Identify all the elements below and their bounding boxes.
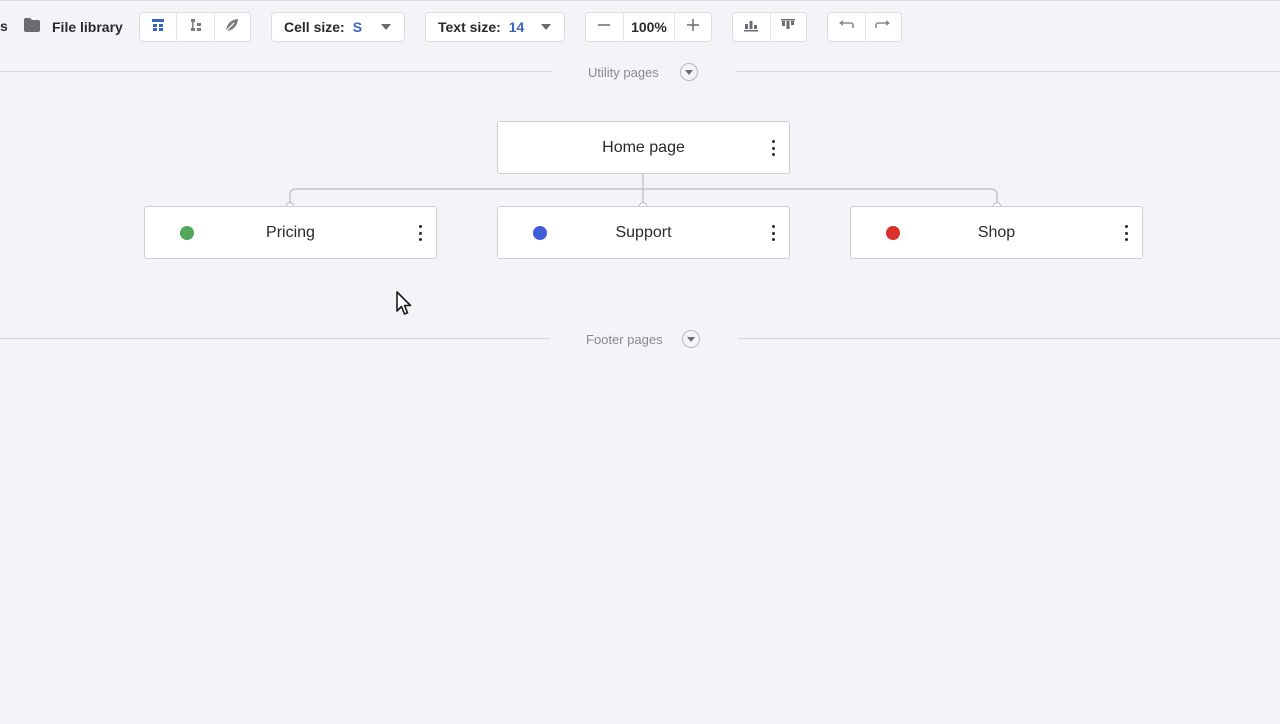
status-dot [886,226,900,240]
more-vertical-icon[interactable] [416,225,424,241]
footer-pages-label: Footer pages [586,332,663,347]
footer-divider-left [0,338,550,339]
home-page-node[interactable]: Home page [497,121,790,174]
more-vertical-icon[interactable] [769,225,777,241]
more-vertical-icon[interactable] [769,140,777,156]
chevron-down-icon [687,337,695,342]
support-page-node[interactable]: Support [497,206,790,259]
status-dot [180,226,194,240]
more-vertical-icon[interactable] [1122,225,1130,241]
footer-divider-right [738,338,1280,339]
status-dot [533,226,547,240]
node-title: Shop [977,223,1016,241]
node-title: Support [615,223,672,241]
node-title: Pricing [266,223,315,241]
footer-pages-collapse-button[interactable] [682,330,700,348]
node-title: Home page [602,138,685,156]
shop-page-node[interactable]: Shop [850,206,1143,259]
mouse-cursor-icon [396,291,412,322]
pricing-page-node[interactable]: Pricing [144,206,437,259]
